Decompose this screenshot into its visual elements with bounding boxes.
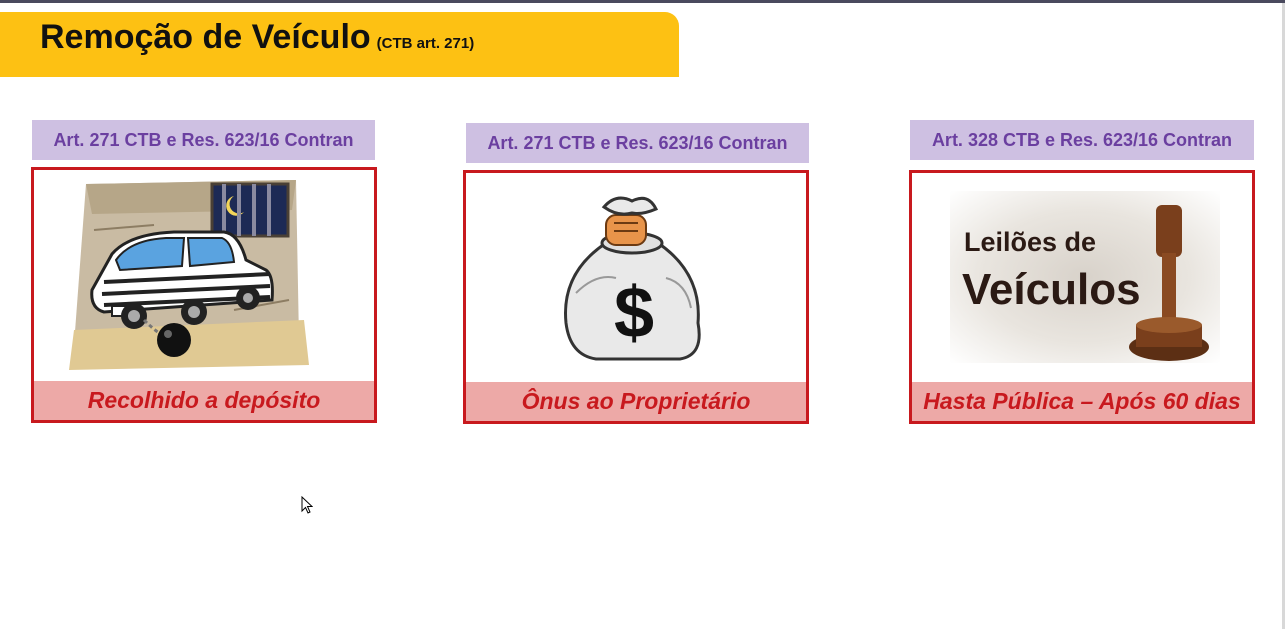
mouse-cursor-icon [301,496,313,514]
card-public-auction: Leilões de Veículos Hasta Pública – Após… [909,170,1255,424]
card-caption: Hasta Pública – Após 60 dias [912,382,1252,421]
auction-heading-line1: Leilões de [964,227,1097,257]
page-title-text: Remoção de Veículo [40,18,371,56]
impounded-car-illustration [34,170,374,381]
page-subtitle: (CTB art. 271) [376,35,475,52]
legal-reference-label: Art. 271 CTB e Res. 623/16 Contran [32,120,375,160]
legal-reference-label: Art. 328 CTB e Res. 623/16 Contran [910,120,1254,160]
window-top-border [0,0,1285,3]
card-impound: Recolhido a depósito [31,167,377,423]
vehicle-auction-illustration: Leilões de Veículos [912,173,1252,382]
card-owner-costs: $ Ônus ao Proprietário [463,170,809,424]
svg-text:$: $ [614,273,654,353]
card-caption: Ônus ao Proprietário [466,382,806,421]
gavel-icon [1129,205,1209,361]
money-bag-illustration: $ [466,173,806,382]
page-title: Remoção de Veículo (CTB art. 271) [40,18,474,57]
money-bag-icon: $ [564,196,701,361]
legal-reference-label: Art. 271 CTB e Res. 623/16 Contran [466,123,809,163]
impounded-car-icon [69,180,309,370]
auction-heading-line2: Veículos [962,265,1141,314]
card-caption: Recolhido a depósito [34,381,374,420]
